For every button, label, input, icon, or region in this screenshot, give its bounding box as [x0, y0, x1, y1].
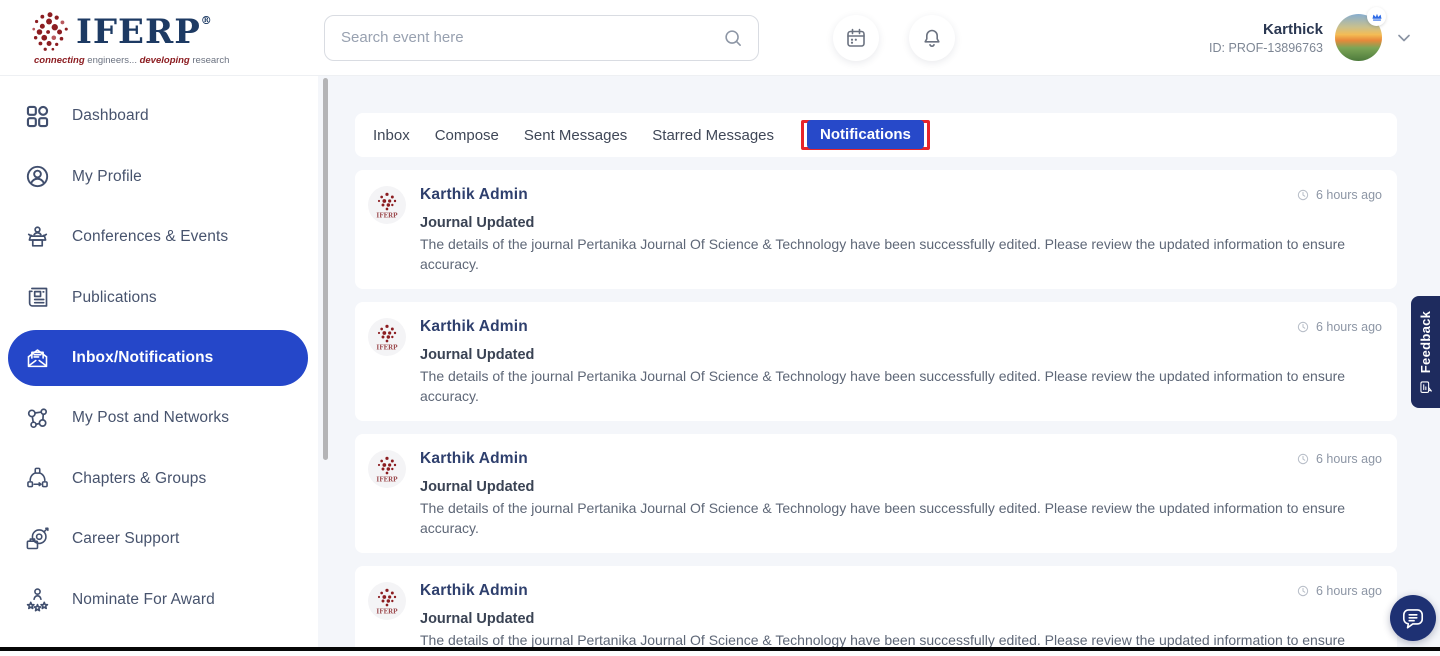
sidebar-item-label: My Profile — [72, 167, 142, 185]
tab-compose[interactable]: Compose — [435, 127, 499, 144]
sidebar-item-label: Career Support — [72, 530, 180, 548]
notification-body: The details of the journal Pertanika Jou… — [420, 500, 1346, 536]
user-id: ID: PROF-13896763 — [1209, 40, 1323, 55]
iferp-logo: IFERP® connecting engineers... developin… — [0, 10, 318, 66]
notification-title: Journal Updated — [420, 479, 535, 495]
clock-icon — [1297, 189, 1309, 201]
newspaper-icon — [28, 287, 48, 308]
tab-starred-messages[interactable]: Starred Messages — [652, 127, 774, 144]
notification-sender: Karthik Admin — [420, 318, 528, 335]
search-icon[interactable] — [722, 27, 744, 49]
screen-bottom-strip — [0, 651, 1440, 656]
notification-card[interactable]: IFERP Karthik Admin 6 hours ago Journal … — [355, 566, 1397, 656]
tab-notifications[interactable]: Notifications — [807, 120, 924, 149]
notification-sender: Karthik Admin — [420, 186, 528, 203]
notification-body: The details of the journal Pertanika Jou… — [420, 236, 1346, 272]
notification-card[interactable]: IFERP Karthik Admin 6 hours ago Journal … — [355, 170, 1397, 289]
svg-text:IFERP: IFERP — [376, 477, 398, 484]
groups-icon — [27, 467, 48, 488]
sidebar-item-chapters-groups[interactable]: Chapters & Groups — [0, 449, 318, 510]
sidebar-item-conferences-events[interactable]: Conferences & Events — [0, 207, 318, 268]
iferp-mini-logo-icon: IFERP — [376, 324, 398, 352]
calendar-button[interactable] — [833, 14, 879, 61]
brand-tagline: connecting engineers... developing resea… — [34, 54, 230, 66]
feedback-label: Feedback — [1418, 310, 1433, 373]
sidebar-item-career-support[interactable]: Career Support — [0, 509, 318, 570]
topbar: IFERP® connecting engineers... developin… — [0, 0, 1440, 76]
avatar — [1335, 7, 1386, 61]
calendar-icon — [847, 28, 865, 47]
sidebar-item-nominate-award[interactable]: Nominate For Award — [0, 570, 318, 631]
notification-title: Journal Updated — [420, 611, 535, 627]
sidebar-item-label: Inbox/Notifications — [72, 349, 214, 366]
brand-name: IFERP® — [76, 11, 213, 52]
sidebar-item-inbox-notifications[interactable]: Inbox/Notifications — [8, 330, 308, 386]
svg-text:IFERP: IFERP — [376, 609, 398, 616]
svg-text:IFERP: IFERP — [376, 213, 398, 220]
svg-text:IFERP: IFERP — [376, 345, 398, 352]
sender-avatar: IFERP — [368, 582, 406, 620]
notification-timestamp: 6 hours ago — [1296, 452, 1382, 466]
network-icon — [27, 408, 48, 428]
notification-timestamp: 6 hours ago — [1296, 584, 1382, 598]
chat-widget-button[interactable] — [1390, 595, 1436, 641]
profile-icon — [26, 166, 49, 188]
iferp-mini-logo-icon: IFERP — [376, 588, 398, 616]
notification-sender: Karthik Admin — [420, 450, 528, 467]
bell-icon — [924, 29, 940, 47]
career-target-icon — [26, 527, 49, 550]
chevron-down-icon — [1398, 34, 1410, 41]
notification-card[interactable]: IFERP Karthik Admin 6 hours ago Journal … — [355, 302, 1397, 421]
sidebar-item-label: Dashboard — [72, 107, 149, 125]
messages-tabbar: Inbox Compose Sent Messages Starred Mess… — [355, 113, 1397, 157]
sidebar-item-label: Publications — [72, 288, 157, 306]
app-window: IFERP® connecting engineers... developin… — [0, 0, 1440, 656]
inbox-envelope-icon — [27, 348, 48, 367]
iferp-mini-logo-icon: IFERP — [376, 456, 398, 484]
notifications-button[interactable] — [909, 14, 955, 61]
award-nominee-icon — [26, 588, 49, 612]
sender-avatar: IFERP — [368, 186, 406, 224]
sidebar-scrollbar-thumb[interactable] — [323, 78, 328, 460]
notification-body: The details of the journal Pertanika Jou… — [420, 368, 1346, 404]
sidebar-item-publications[interactable]: Publications — [0, 268, 318, 329]
user-menu[interactable]: Karthick ID: PROF-13896763 — [1209, 7, 1414, 61]
notification-timestamp: 6 hours ago — [1296, 188, 1382, 202]
crown-icon — [1372, 13, 1381, 21]
search-input[interactable] — [341, 29, 722, 46]
sidebar-item-label: My Post and Networks — [72, 409, 230, 427]
tab-sent-messages[interactable]: Sent Messages — [524, 127, 627, 144]
sidebar: Dashboard My Profile Conferences & Event… — [0, 76, 318, 656]
sidebar-item-my-profile[interactable]: My Profile — [0, 147, 318, 208]
sidebar-item-my-post-networks[interactable]: My Post and Networks — [0, 388, 318, 449]
sidebar-item-label: Chapters & Groups — [72, 469, 207, 487]
chat-bubble-icon — [1402, 609, 1424, 629]
iferp-globe-icon — [32, 11, 68, 51]
clock-icon — [1297, 453, 1309, 465]
feedback-button[interactable]: Feedback — [1411, 296, 1440, 408]
event-search — [324, 14, 759, 61]
notification-title: Journal Updated — [420, 215, 535, 231]
tab-inbox[interactable]: Inbox — [373, 127, 410, 144]
clock-icon — [1297, 585, 1309, 597]
sidebar-item-label: Conferences & Events — [72, 228, 229, 246]
sidebar-item-label: Nominate For Award — [72, 590, 215, 608]
notification-card[interactable]: IFERP Karthik Admin 6 hours ago Journal … — [355, 434, 1397, 553]
sender-avatar: IFERP — [368, 450, 406, 488]
feedback-bubble-icon — [1419, 380, 1432, 393]
conference-podium-icon — [27, 226, 48, 247]
notification-sender: Karthik Admin — [420, 582, 528, 599]
notification-timestamp: 6 hours ago — [1296, 320, 1382, 334]
sidebar-item-dashboard[interactable]: Dashboard — [0, 86, 318, 147]
notification-title: Journal Updated — [420, 347, 535, 363]
sender-avatar: IFERP — [368, 318, 406, 356]
dashboard-icon — [26, 105, 49, 127]
red-highlight-annotation: Notifications — [801, 120, 930, 150]
user-name: Karthick — [1262, 20, 1323, 38]
clock-icon — [1297, 321, 1309, 333]
main-content: Inbox Compose Sent Messages Starred Mess… — [328, 76, 1440, 656]
membership-crown-badge — [1367, 7, 1386, 26]
iferp-mini-logo-icon: IFERP — [376, 192, 398, 220]
